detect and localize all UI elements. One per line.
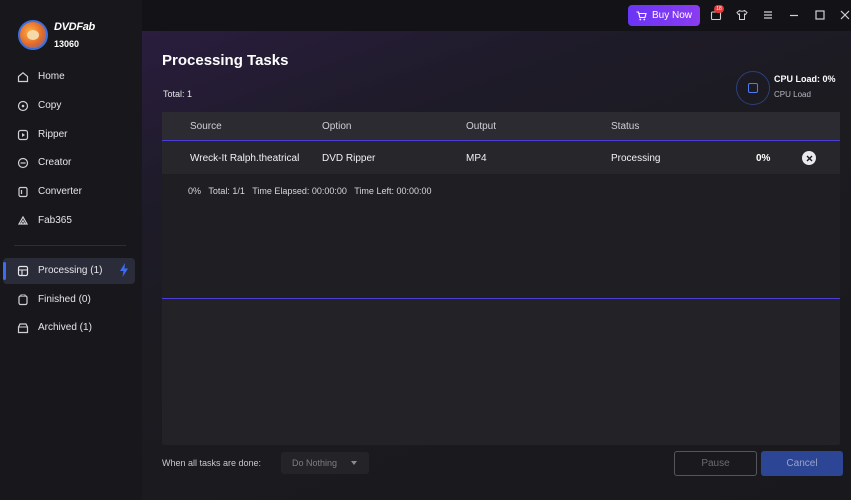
ripper-icon [17,129,29,141]
sidebar-item-processing[interactable]: Processing (1) [3,258,135,284]
sidebar-item-label: Copy [38,100,62,111]
sidebar-item-finished[interactable]: Finished (0) [0,286,142,314]
close-icon[interactable] [839,9,851,21]
cpu-load-value: CPU Load: 0% [774,74,836,84]
converter-icon [18,186,28,198]
remove-task-button[interactable] [802,151,816,165]
close-icon [806,155,812,161]
sidebar-item-fab365[interactable]: Fab365 [0,207,142,235]
main-panel: Processing Tasks Total: 1 CPU Load: 0% C… [142,31,851,500]
sidebar-item-copy[interactable]: Copy [0,92,142,120]
buy-now-label: Buy Now [651,10,692,21]
sidebar-item-home[interactable]: Home [0,63,142,91]
task-status: Processing [611,153,661,164]
task-output: MP4 [466,153,487,164]
task-progress-detail: 0% Total: 1/1 Time Elapsed: 00:00:00 Tim… [188,186,432,196]
sidebar-item-label: Archived (1) [38,322,92,333]
sidebar-item-label: Finished (0) [38,294,91,305]
archived-icon [17,323,29,334]
chevron-down-icon [351,461,357,465]
creator-icon [17,157,29,169]
home-icon [17,72,29,83]
task-source: Wreck-It Ralph.theatrical [190,153,300,164]
column-header-status: Status [611,121,640,132]
pause-label: Pause [701,458,730,469]
active-indicator [3,262,6,280]
cancel-label: Cancel [786,458,818,469]
copy-icon [17,100,29,112]
total-count: Total: 1 [163,89,193,99]
cpu-icon [748,83,758,93]
column-header-output: Output [466,121,497,132]
maximize-icon[interactable] [814,9,826,21]
sidebar-divider [14,245,126,246]
when-done-label: When all tasks are done: [162,458,262,468]
table-header: Source Option Output Status [162,112,840,140]
cancel-button[interactable]: Cancel [761,451,843,476]
column-header-source: Source [190,121,222,132]
notification-badge: 18 [714,5,724,13]
column-header-option: Option [322,121,352,132]
fab365-icon [17,215,29,225]
sidebar-item-label: Processing (1) [38,265,103,276]
buy-now-button[interactable]: Buy Now [628,5,700,26]
cpu-load-gauge [736,71,770,105]
pause-button[interactable]: Pause [674,451,757,476]
processing-icon [17,265,29,277]
sidebar-item-converter[interactable]: Converter [0,178,142,206]
title-bar: Buy Now 18 [142,0,851,31]
task-percent: 0% [756,153,771,164]
cart-icon [636,10,647,20]
task-detail-panel: 0% Total: 1/1 Time Elapsed: 00:00:00 Tim… [162,174,840,299]
page-title: Processing Tasks [162,52,289,69]
table-row[interactable]: Wreck-It Ralph.theatrical DVD Ripper MP4… [162,140,840,174]
tasks-table: Source Option Output Status Wreck-It Ral… [162,112,840,445]
user-avatar[interactable] [18,20,48,50]
cpu-load-label: CPU Load [774,90,811,99]
sidebar-item-label: Fab365 [38,215,72,226]
finished-icon [18,294,28,306]
sidebar: DVDFab 13060 Home Copy Ripper Creator Co… [0,0,142,500]
when-done-value: Do Nothing [292,458,338,468]
user-id: 13060 [54,39,80,49]
sidebar-item-label: Creator [38,157,72,168]
minimize-icon[interactable] [788,9,800,21]
sidebar-item-creator[interactable]: Creator [0,149,142,177]
sidebar-item-label: Converter [38,186,82,197]
sidebar-item-label: Ripper [38,129,68,140]
lightning-icon [120,263,128,277]
brand-logo: DVDFab [54,21,95,33]
skin-icon[interactable] [736,9,748,21]
task-option: DVD Ripper [322,153,376,164]
when-done-select[interactable]: Do Nothing [281,452,369,474]
sidebar-item-archived[interactable]: Archived (1) [0,314,142,342]
menu-icon[interactable] [762,9,774,21]
sidebar-item-label: Home [38,71,65,82]
sidebar-item-ripper[interactable]: Ripper [0,121,142,149]
